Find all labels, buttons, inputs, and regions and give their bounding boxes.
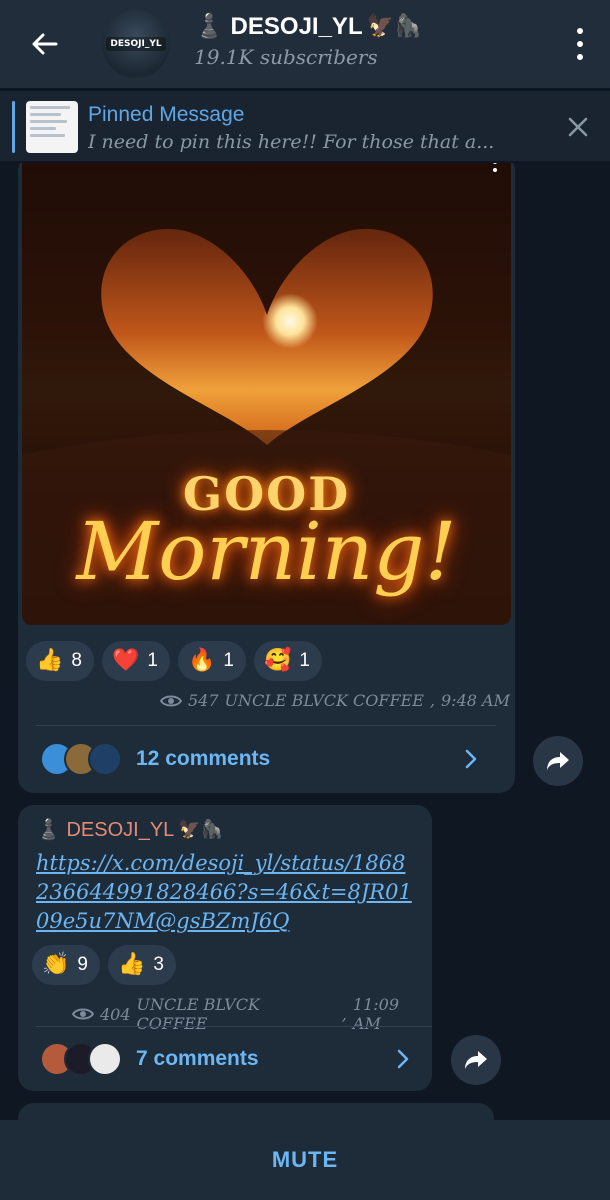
reaction-count: 1	[223, 650, 234, 671]
pinned-message-bar[interactable]: Pinned Message I need to pin this here!!…	[0, 90, 610, 162]
view-count: 547	[188, 691, 219, 710]
channel-info[interactable]: ♟️ DESOJI_YL 🦅🦍 19.1K subscribers	[194, 12, 421, 69]
reaction-chip[interactable]: ❤️ 1	[101, 641, 170, 681]
close-pinned-button[interactable]	[564, 113, 592, 141]
reaction-count: 3	[153, 954, 164, 975]
more-dot-icon	[577, 54, 583, 60]
back-arrow-icon	[32, 33, 58, 55]
reaction-count: 1	[299, 650, 310, 671]
more-dot-icon	[577, 41, 583, 47]
thumbs-up-icon: 👍	[117, 952, 146, 977]
share-button[interactable]	[451, 1035, 501, 1085]
reaction-count: 9	[77, 954, 88, 975]
post-author: UNCLE BLVCK COFFEE	[224, 691, 424, 710]
pinned-text: I need to pin this here!! For those that…	[88, 131, 495, 153]
reaction-count: 1	[147, 650, 158, 671]
avatar-logo: DESOJI_YL	[106, 37, 166, 51]
more-dot-icon	[577, 28, 583, 34]
share-arrow-icon	[465, 1051, 487, 1069]
avatar	[88, 742, 122, 776]
pinned-thumbnail	[26, 101, 78, 153]
fire-icon: 🔥	[187, 648, 216, 673]
post-time: 11:09 AM	[352, 995, 399, 1033]
sender-emoji: 🦅🦍	[178, 819, 224, 840]
bottom-bar: MUTE	[0, 1120, 610, 1200]
media-menu-icon[interactable]	[491, 163, 499, 175]
chevron-right-icon	[465, 749, 477, 769]
smiling-hearts-icon: 🥰	[263, 648, 292, 673]
chevron-right-icon	[397, 1049, 409, 1069]
chat-header: DESOJI_YL ♟️ DESOJI_YL 🦅🦍 19.1K subscrib…	[0, 0, 610, 88]
reaction-count: 8	[71, 650, 82, 671]
divider	[36, 725, 496, 726]
pinned-title: Pinned Message	[88, 103, 245, 126]
reaction-chip[interactable]: 🔥 1	[177, 641, 246, 681]
share-button[interactable]	[533, 736, 583, 786]
message-bubble: GOOD Morning! 👍 8 ❤️ 1 🔥 1 🥰 1 547 UNCLE…	[18, 163, 515, 793]
post-time: 9:48 AM	[441, 691, 510, 710]
post-author: UNCLE BLVCK COFFEE	[136, 995, 260, 1033]
views-icon	[72, 1008, 94, 1020]
views-icon	[160, 695, 182, 706]
sender-row[interactable]: ♟️ DESOJI_YL 🦅🦍	[36, 817, 223, 842]
title-emoji: 🦅🦍	[366, 14, 422, 39]
reactions-row: 👍 8 ❤️ 1 🔥 1 🥰 1	[26, 641, 322, 681]
subscriber-count: 19.1K subscribers	[194, 45, 378, 69]
channel-avatar[interactable]: DESOJI_YL	[102, 10, 170, 78]
comments-button[interactable]: 12 comments	[40, 739, 500, 779]
clapping-hands-icon: 👏	[42, 952, 70, 977]
sender-name: ♟️ DESOJI_YL	[36, 819, 175, 841]
reactions-row: 👏 9 👍 3	[32, 945, 176, 985]
message-list[interactable]: GOOD Morning! 👍 8 ❤️ 1 🔥 1 🥰 1 547 UNCLE…	[0, 163, 610, 1120]
close-icon	[568, 117, 588, 137]
reaction-chip[interactable]: 👍 8	[26, 641, 94, 681]
post-meta: 547 UNCLE BLVCK COFFEE, 9:48 AM	[160, 691, 510, 710]
avatar	[88, 1042, 122, 1076]
heart-icon: ❤️	[111, 648, 140, 673]
post-link[interactable]: https://x.com/desoji_yl/status/186823664…	[36, 849, 416, 936]
reaction-chip[interactable]: 👏 9	[32, 945, 100, 985]
reaction-chip[interactable]: 👍 3	[107, 945, 176, 985]
more-options-button[interactable]	[570, 28, 590, 60]
commenter-avatars	[40, 1042, 122, 1076]
thumbs-up-icon: 👍	[36, 648, 64, 673]
commenter-avatars	[40, 742, 122, 776]
back-button[interactable]	[0, 0, 88, 88]
view-count: 404	[99, 1004, 131, 1024]
post-meta: 404 UNCLE BLVCK COFFEE, 11:09 AM	[72, 995, 432, 1033]
comments-count: 12 comments	[136, 747, 271, 770]
pinned-indicator	[12, 101, 15, 153]
mute-button[interactable]: MUTE	[272, 1147, 338, 1173]
message-bubble: ♟️ DESOJI_YL 🦅🦍 https://x.com/desoji_yl/…	[18, 805, 432, 1091]
post-image[interactable]: GOOD Morning!	[22, 163, 511, 625]
channel-title: ♟️ DESOJI_YL	[194, 13, 363, 40]
comments-count: 7 comments	[136, 1047, 259, 1070]
reaction-chip[interactable]: 🥰 1	[253, 641, 322, 681]
divider	[36, 1026, 432, 1027]
share-arrow-icon	[547, 752, 569, 770]
message-bubble	[18, 1103, 494, 1120]
comments-button[interactable]: 7 comments	[40, 1039, 420, 1079]
greeting-line-2: Morning!	[76, 505, 457, 598]
